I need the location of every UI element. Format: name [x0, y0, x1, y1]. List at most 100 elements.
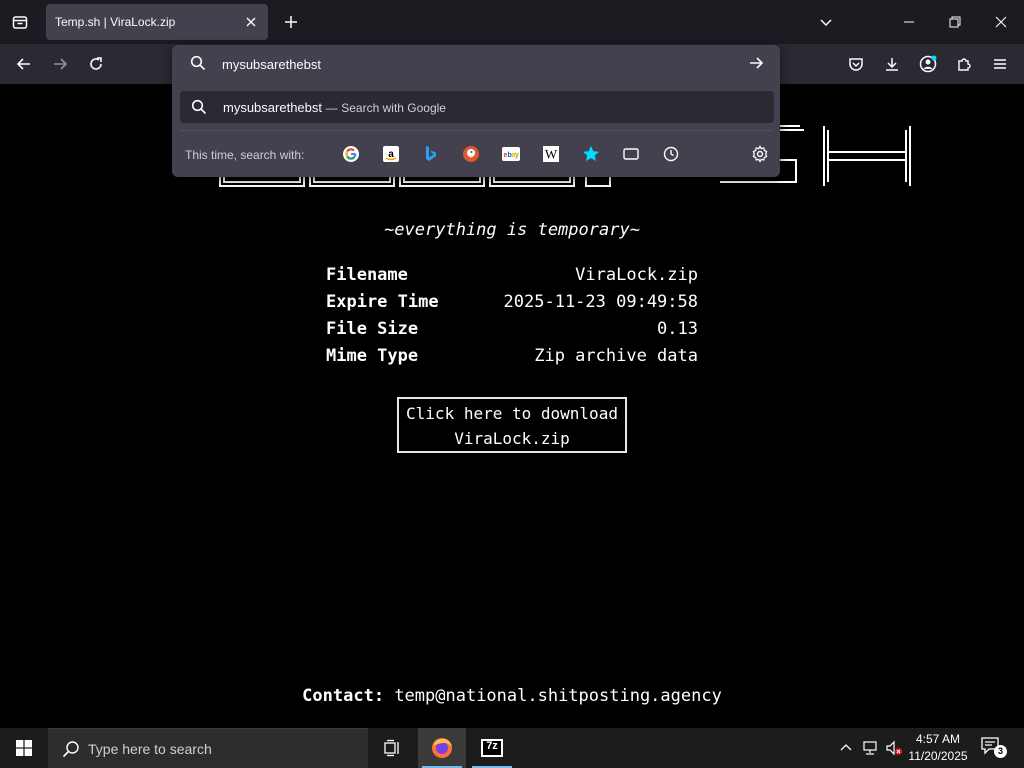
- forward-button[interactable]: [44, 48, 76, 80]
- reload-button[interactable]: [80, 48, 112, 80]
- reload-icon: [90, 57, 102, 70]
- info-value: Zip archive data: [534, 346, 698, 366]
- info-key: Expire Time: [326, 292, 439, 312]
- table-row: Mime Type Zip archive data: [326, 343, 698, 370]
- app-menu-button[interactable]: [984, 48, 1016, 80]
- taskbar-search-box[interactable]: Type here to search: [48, 728, 368, 768]
- chevron-down-icon: [820, 19, 832, 27]
- seven-zip-label: 7z: [486, 740, 498, 752]
- plus-icon: [285, 16, 297, 28]
- bing-engine-button[interactable]: [421, 144, 441, 164]
- search-icon: [190, 55, 206, 71]
- page-content: ~everything is temporary~ Filename ViraL…: [0, 84, 1024, 728]
- start-button[interactable]: [0, 728, 48, 768]
- volume-muted-icon: [886, 740, 902, 756]
- notification-center-button[interactable]: 3: [980, 736, 1007, 760]
- firefox-icon: [432, 738, 452, 758]
- minimize-button[interactable]: [893, 6, 925, 38]
- minimize-icon: [904, 21, 914, 23]
- info-key: Mime Type: [326, 346, 419, 366]
- notification-count-badge: 3: [994, 745, 1007, 758]
- tab-close-button[interactable]: [240, 11, 262, 33]
- info-value: ViraLock.zip: [575, 265, 698, 285]
- google-engine-button[interactable]: [341, 144, 361, 164]
- pocket-icon: [849, 58, 863, 71]
- table-row: File Size 0.13: [326, 316, 698, 343]
- puzzle-icon: [958, 58, 971, 71]
- history-engine-button[interactable]: [661, 144, 681, 164]
- extensions-button[interactable]: [948, 48, 980, 80]
- divider: [180, 130, 772, 131]
- task-view-icon: [384, 739, 399, 757]
- file-info-table: Filename ViraLock.zip Expire Time 2025-1…: [326, 262, 698, 370]
- hamburger-menu-icon: [994, 59, 1006, 69]
- download-icon: [886, 58, 898, 71]
- suggestion-query: mysubsarethebst: [223, 100, 322, 115]
- volume-button[interactable]: [884, 738, 904, 758]
- ebay-engine-button[interactable]: e b a y: [501, 144, 521, 164]
- network-button[interactable]: [861, 738, 881, 758]
- system-clock[interactable]: 4:57 AM 11/20/2025: [904, 731, 972, 765]
- duckduckgo-icon: [463, 146, 479, 162]
- tabs-engine-button[interactable]: [621, 144, 641, 164]
- download-link[interactable]: Click here to download ViraLock.zip: [397, 397, 627, 453]
- taskbar-search-placeholder: Type here to search: [88, 741, 212, 757]
- close-icon: [246, 17, 256, 27]
- wikipedia-icon: W: [543, 146, 559, 162]
- urlbar-input[interactable]: [222, 55, 722, 73]
- clock-date: 11/20/2025: [908, 749, 968, 763]
- tab-icon: [623, 148, 639, 160]
- table-row: Filename ViraLock.zip: [326, 262, 698, 289]
- tab-list-icon: [12, 16, 28, 29]
- arrow-right-icon: [54, 58, 68, 70]
- window-close-button[interactable]: [985, 6, 1017, 38]
- oneoff-label: This time, search with:: [185, 148, 305, 162]
- clock-icon: [663, 146, 679, 162]
- account-button[interactable]: [912, 48, 944, 80]
- windows-taskbar: Type here to search 7z 4:57 AM 11/20/202…: [0, 728, 1024, 768]
- back-button[interactable]: [8, 48, 40, 80]
- search-icon: [62, 741, 79, 758]
- bookmarks-engine-button[interactable]: [581, 144, 601, 164]
- chevron-up-icon: [840, 744, 852, 751]
- contact-line: Contact: temp@national.shitposting.agenc…: [0, 686, 1024, 706]
- tab-title: Temp.sh | ViraLock.zip: [55, 15, 176, 29]
- download-link-line1: Click here to download: [406, 404, 618, 423]
- firefox-taskbar-button[interactable]: [418, 728, 466, 768]
- search-suggestion[interactable]: mysubsarethebst — Search with Google: [180, 91, 774, 123]
- search-settings-button[interactable]: [750, 144, 770, 164]
- restore-button[interactable]: [939, 6, 971, 38]
- duckduckgo-engine-button[interactable]: [461, 144, 481, 164]
- gear-icon: [752, 145, 768, 163]
- show-hidden-icons-button[interactable]: [836, 738, 856, 758]
- wikipedia-engine-button[interactable]: W: [541, 144, 561, 164]
- pocket-button[interactable]: [840, 48, 872, 80]
- contact-email-link[interactable]: temp@national.shitposting.agency: [394, 686, 722, 706]
- download-link-line2: ViraLock.zip: [454, 429, 570, 448]
- info-value: 0.13: [657, 319, 698, 339]
- svg-text:W: W: [545, 147, 558, 162]
- tab-bar: Temp.sh | ViraLock.zip: [0, 0, 1024, 44]
- tab-overflow-button[interactable]: [810, 6, 842, 38]
- search-icon: [191, 99, 207, 115]
- star-icon: [583, 146, 599, 161]
- bing-icon: [426, 146, 436, 161]
- google-icon: [343, 146, 359, 162]
- urlbar-dropdown: mysubsarethebst — Search with Google Thi…: [172, 45, 780, 177]
- tab-active[interactable]: Temp.sh | ViraLock.zip: [46, 4, 268, 40]
- windows-logo-icon: [16, 740, 32, 756]
- clock-time: 4:57 AM: [915, 732, 961, 746]
- amazon-engine-button[interactable]: a: [381, 144, 401, 164]
- info-key: Filename: [326, 265, 408, 285]
- close-icon: [995, 16, 1007, 28]
- seven-zip-taskbar-button[interactable]: 7z: [468, 728, 516, 768]
- list-all-tabs-button[interactable]: [4, 6, 36, 38]
- new-tab-button[interactable]: [277, 8, 305, 36]
- arrow-left-icon: [16, 58, 30, 70]
- info-key: File Size: [326, 319, 419, 339]
- suggestion-action: Search with Google: [341, 101, 446, 115]
- go-arrow-icon[interactable]: [748, 55, 764, 71]
- downloads-button[interactable]: [876, 48, 908, 80]
- task-view-button[interactable]: [368, 728, 416, 768]
- tagline: ~everything is temporary~: [384, 220, 640, 240]
